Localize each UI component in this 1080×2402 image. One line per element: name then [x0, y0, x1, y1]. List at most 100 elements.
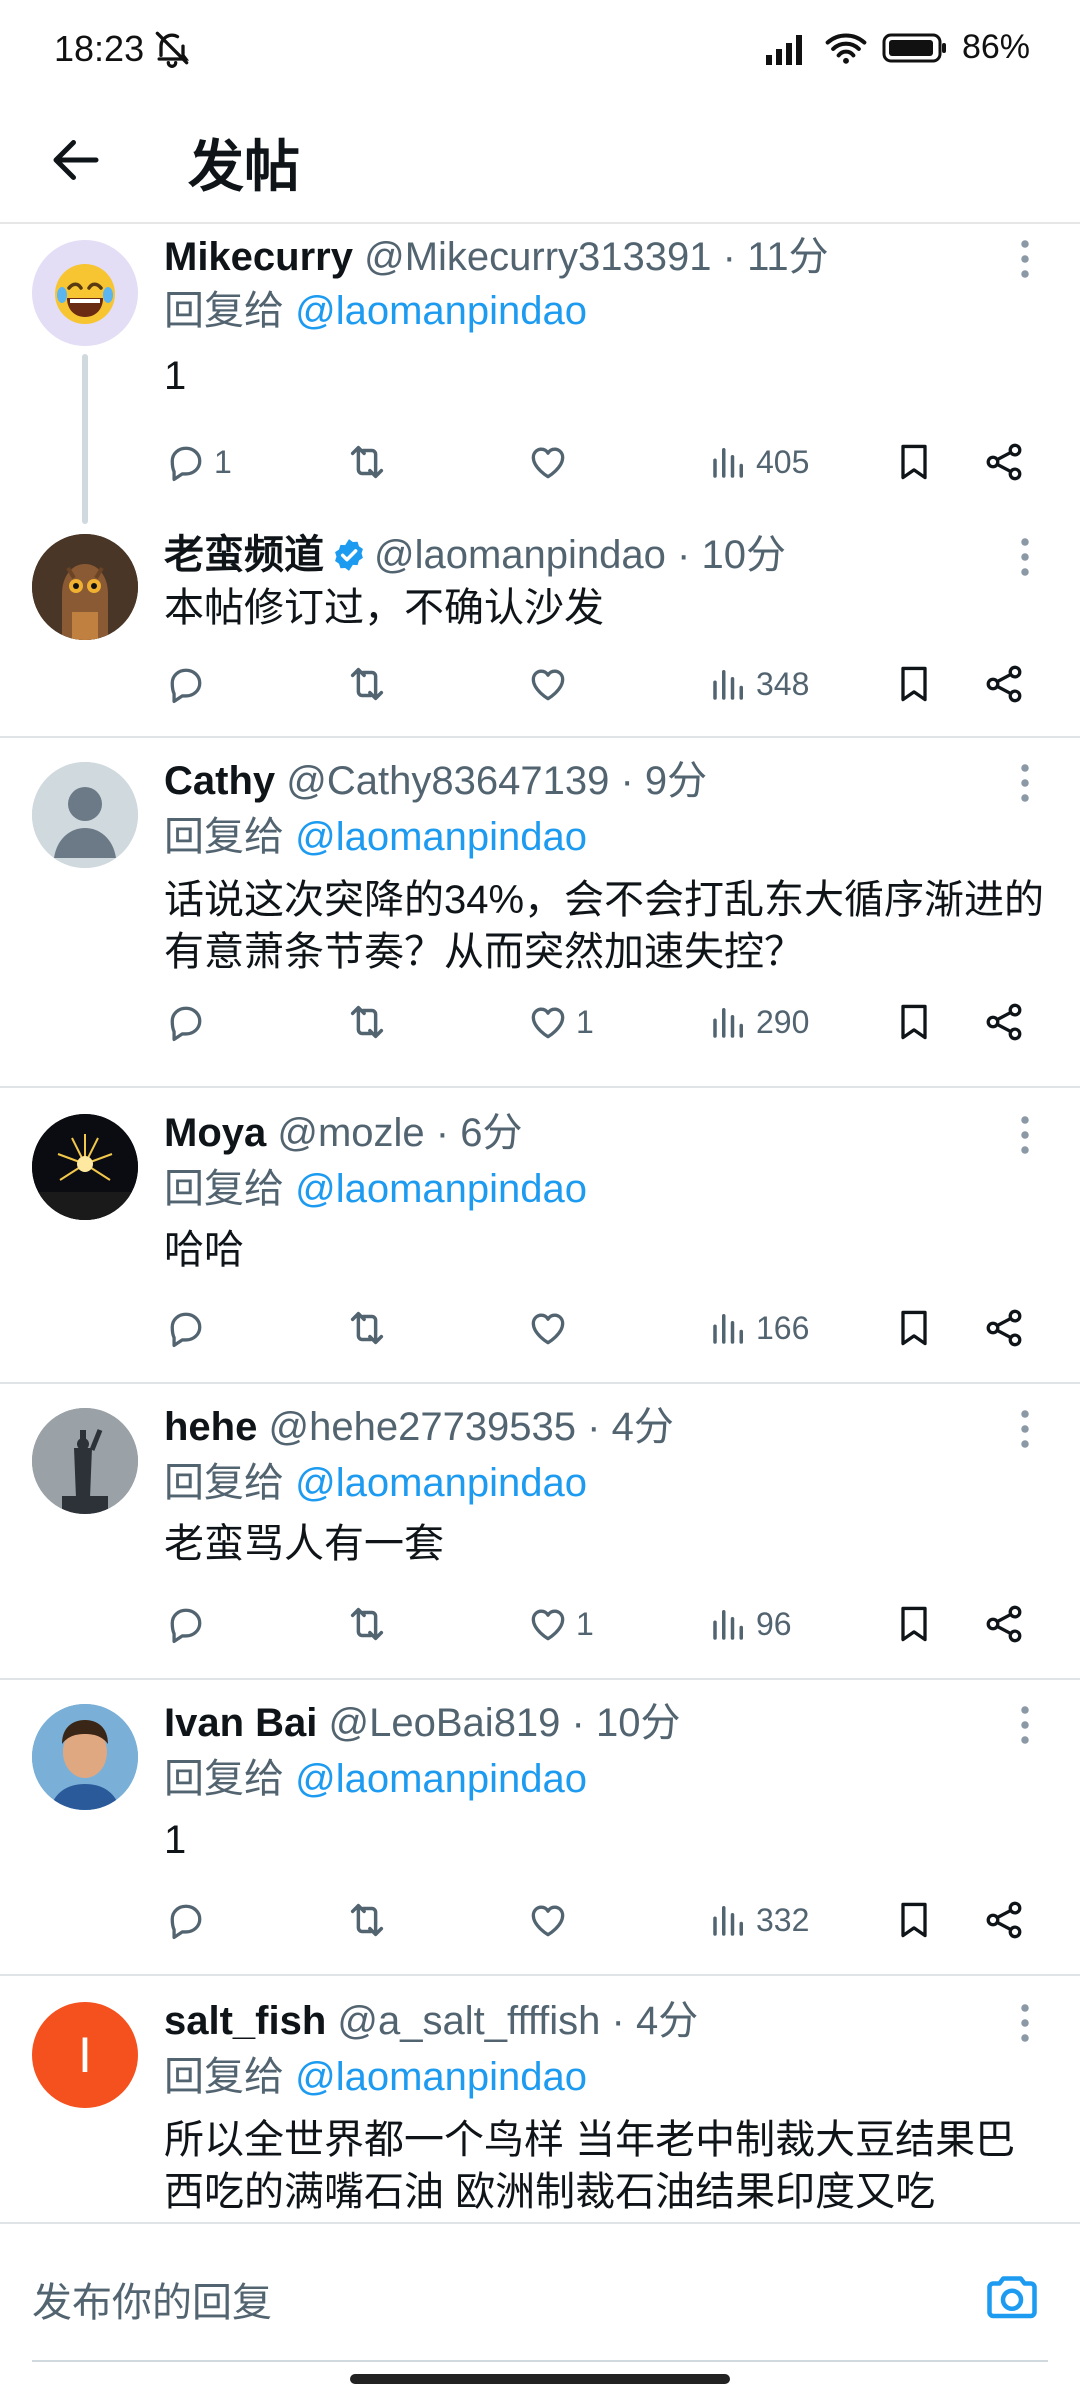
tweet-item[interactable]: I salt_fish @a_salt_ffffish · 4分 回复给 @la…: [0, 1976, 1080, 2222]
author-handle: @mozle · 6分: [277, 1111, 523, 1155]
views-count: 96: [756, 1605, 792, 1642]
tweet-text: 1: [164, 354, 187, 398]
fireworks-avatar-icon: [32, 1114, 138, 1220]
reply-button[interactable]: [164, 654, 214, 714]
more-icon[interactable]: [1010, 1700, 1040, 1750]
more-icon[interactable]: [1010, 532, 1040, 582]
reply-button[interactable]: [164, 1594, 214, 1654]
reply-mention-link[interactable]: @laomanpindao: [295, 1461, 587, 1505]
views-button[interactable]: 166: [708, 1298, 809, 1358]
share-button[interactable]: [982, 1298, 1026, 1358]
retweet-button[interactable]: [344, 992, 390, 1052]
like-button[interactable]: 1: [526, 1594, 594, 1654]
statue-of-liberty-avatar-icon: [32, 1408, 138, 1514]
retweet-button[interactable]: [344, 1298, 390, 1358]
retweet-button[interactable]: [344, 1890, 390, 1950]
author-handle: @LeoBai819 · 10分: [328, 1701, 681, 1745]
camera-icon[interactable]: [982, 2266, 1042, 2326]
author-name[interactable]: Moya: [164, 1111, 266, 1155]
reply-mention-link[interactable]: @laomanpindao: [295, 289, 587, 333]
tweet-item[interactable]: Cathy @Cathy83647139 · 9分 回复给 @laomanpin…: [0, 738, 1080, 1088]
tweet-item[interactable]: Ivan Bai @LeoBai819 · 10分 回复给 @laomanpin…: [0, 1680, 1080, 1976]
more-icon[interactable]: [1010, 758, 1040, 808]
retweet-button[interactable]: [344, 432, 390, 492]
reply-mention-link[interactable]: @laomanpindao: [295, 815, 587, 859]
author-handle: @Mikecurry313391 · 11分: [364, 235, 829, 279]
retweet-icon: [344, 1305, 390, 1351]
like-button[interactable]: 1: [526, 992, 594, 1052]
tweet-item[interactable]: Moya @mozle · 6分 回复给 @laomanpindao 哈哈 16…: [0, 1088, 1080, 1384]
reply-button[interactable]: [164, 1298, 214, 1358]
reply-button[interactable]: [164, 1890, 214, 1950]
reply-mention-link[interactable]: @laomanpindao: [295, 2055, 587, 2099]
default-user-icon: [32, 762, 138, 868]
author-name[interactable]: 老蛮频道: [164, 533, 324, 577]
reply-mention-link[interactable]: @laomanpindao: [295, 1757, 587, 1801]
share-icon: [982, 1306, 1026, 1350]
avatar[interactable]: [32, 762, 138, 868]
more-icon[interactable]: [1010, 1998, 1040, 2048]
owl-avatar-icon: [32, 534, 138, 640]
reply-icon: [164, 1898, 208, 1942]
composer-underline: [32, 2360, 1048, 2362]
action-bar: 332: [164, 1890, 1044, 1950]
reply-input[interactable]: 发布你的回复: [32, 2270, 272, 2328]
more-icon[interactable]: [1010, 1404, 1040, 1454]
views-button[interactable]: 332: [708, 1890, 809, 1950]
share-icon: [982, 1000, 1026, 1044]
views-button[interactable]: 405: [708, 432, 809, 492]
like-button[interactable]: [526, 1298, 576, 1358]
author-name[interactable]: Cathy: [164, 759, 275, 803]
views-icon: [708, 1307, 750, 1349]
home-indicator[interactable]: [350, 2374, 730, 2384]
page-title: 发帖: [188, 135, 300, 198]
tweet-item[interactable]: hehe @hehe27739535 · 4分 回复给 @laomanpinda…: [0, 1384, 1080, 1680]
author-name[interactable]: hehe: [164, 1405, 257, 1449]
share-button[interactable]: [982, 1890, 1026, 1950]
like-button[interactable]: [526, 432, 576, 492]
like-button[interactable]: [526, 1890, 576, 1950]
tweet-text: 本帖修订过，不确认沙发: [164, 586, 604, 630]
avatar[interactable]: [32, 1408, 138, 1514]
reply-button[interactable]: 1: [164, 432, 232, 492]
bookmark-button[interactable]: [892, 1890, 936, 1950]
avatar[interactable]: [32, 534, 138, 640]
author-name[interactable]: Ivan Bai: [164, 1701, 317, 1745]
reply-mention-link[interactable]: @laomanpindao: [295, 1167, 587, 1211]
bookmark-button[interactable]: [892, 432, 936, 492]
tweet-item[interactable]: 老蛮频道 @laomanpindao · 10分 本帖修订过，不确认沙发 348: [0, 514, 1080, 738]
views-button[interactable]: 290: [708, 992, 809, 1052]
reply-button[interactable]: [164, 992, 214, 1052]
views-icon: [708, 663, 750, 705]
tweet-item[interactable]: Mikecurry @Mikecurry313391 · 11分 回复给 @la…: [0, 224, 1080, 524]
share-button[interactable]: [982, 992, 1026, 1052]
views-button[interactable]: 348: [708, 654, 809, 714]
retweet-button[interactable]: [344, 1594, 390, 1654]
avatar[interactable]: [32, 1704, 138, 1810]
wifi-icon: [825, 32, 867, 64]
bookmark-button[interactable]: [892, 654, 936, 714]
share-button[interactable]: [982, 654, 1026, 714]
like-button[interactable]: [526, 654, 576, 714]
retweet-button[interactable]: [344, 654, 390, 714]
more-icon[interactable]: [1010, 1110, 1040, 1160]
share-button[interactable]: [982, 432, 1026, 492]
reply-prefix: 回复给: [164, 1461, 284, 1505]
action-bar: 1 290: [164, 992, 1044, 1052]
views-button[interactable]: 96: [708, 1594, 792, 1654]
more-icon[interactable]: [1010, 234, 1040, 284]
bookmark-button[interactable]: [892, 1298, 936, 1358]
author-name[interactable]: Mikecurry: [164, 235, 353, 279]
bookmark-button[interactable]: [892, 1594, 936, 1654]
share-button[interactable]: [982, 1594, 1026, 1654]
avatar[interactable]: [32, 240, 138, 346]
avatar[interactable]: I: [32, 2002, 138, 2108]
like-icon: [526, 662, 570, 706]
back-arrow-icon[interactable]: [46, 130, 106, 190]
reply-icon: [164, 1306, 208, 1350]
battery-icon: [882, 33, 946, 62]
author-name[interactable]: salt_fish: [164, 1999, 326, 2043]
laughing-emoji-icon: [55, 264, 115, 324]
avatar[interactable]: [32, 1114, 138, 1220]
bookmark-button[interactable]: [892, 992, 936, 1052]
